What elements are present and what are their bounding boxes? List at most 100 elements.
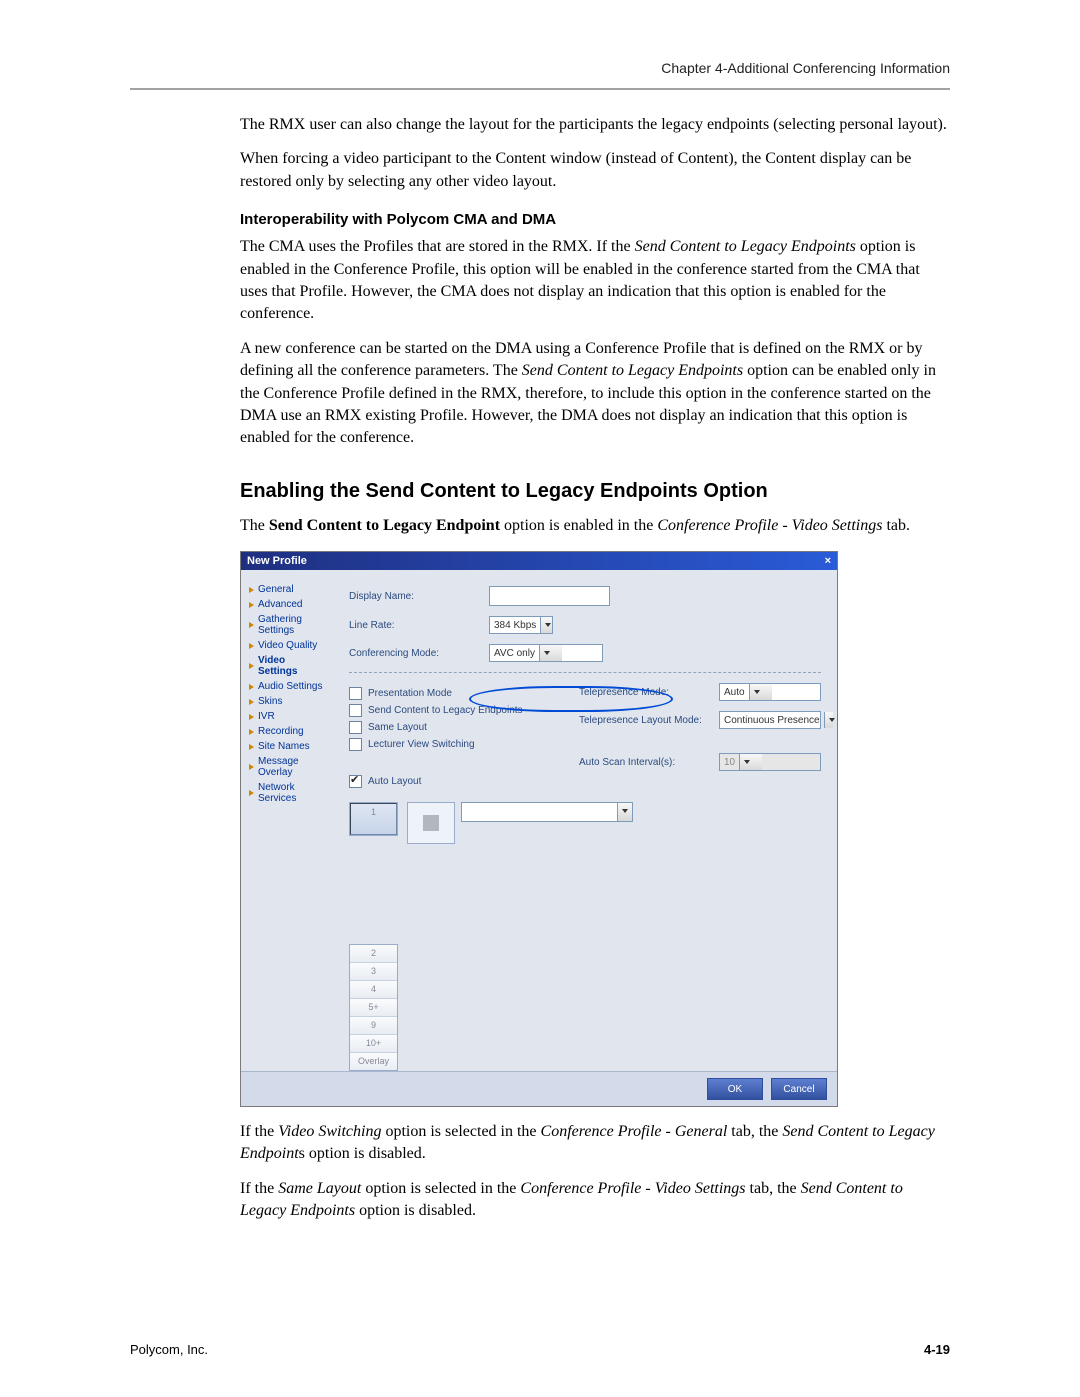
checkbox-icon <box>349 721 362 734</box>
ok-button[interactable]: OK <box>707 1078 763 1100</box>
t: Conference Profile - General <box>541 1123 728 1140</box>
layout-btn-9[interactable]: 9 <box>350 1017 397 1035</box>
layout-preview-square[interactable] <box>407 802 455 844</box>
t: tab. <box>882 517 910 534</box>
label-display-name: Display Name: <box>349 591 489 602</box>
chevron-right-icon <box>249 699 254 705</box>
t: tab, the <box>746 1180 801 1197</box>
chk-send-content-legacy[interactable]: Send Content to Legacy Endpoints <box>349 704 549 717</box>
nav-item-skins[interactable]: Skins <box>249 694 325 709</box>
chk-label: Auto Layout <box>368 776 421 787</box>
nav-item-recording[interactable]: Recording <box>249 724 325 739</box>
enabling-text: The Send Content to Legacy Endpoint opti… <box>130 515 950 537</box>
label-line-rate: Line Rate: <box>349 620 489 631</box>
select-telepresence-mode[interactable]: Auto <box>719 683 821 701</box>
row-line-rate: Line Rate: 384 Kbps <box>349 616 821 634</box>
row-telepresence-mode: Telepresence Mode: Auto <box>579 683 821 701</box>
chk-label: Send Content to Legacy Endpoints <box>368 705 523 716</box>
chevron-right-icon <box>249 643 254 649</box>
chevron-down-icon <box>539 645 562 661</box>
chk-presentation-mode[interactable]: Presentation Mode <box>349 687 549 700</box>
cancel-button[interactable]: Cancel <box>771 1078 827 1100</box>
nav-item-message-overlay[interactable]: Message Overlay <box>249 754 325 780</box>
nav-item-video-settings[interactable]: Video Settings <box>249 653 325 679</box>
chevron-right-icon <box>249 684 254 690</box>
select-value: Continuous Presence <box>720 715 824 726</box>
chk-label: Lecturer View Switching <box>368 739 475 750</box>
checkbox-icon <box>349 775 362 788</box>
nav-item-audio-settings[interactable]: Audio Settings <box>249 679 325 694</box>
t: Send Content to Legacy Endpoints <box>522 362 743 379</box>
layout-preview-select[interactable] <box>461 802 633 822</box>
page: Chapter 4-Additional Conferencing Inform… <box>0 0 1080 1397</box>
chk-label: Presentation Mode <box>368 688 452 699</box>
layout-btn-4[interactable]: 4 <box>350 981 397 999</box>
t: Send Content to Legacy Endpoints <box>635 238 856 255</box>
interop-heading: Interoperability with Polycom CMA and DM… <box>240 211 950 228</box>
layout-btn-overlay[interactable]: Overlay <box>350 1053 397 1070</box>
t: s option is disabled. <box>299 1145 426 1162</box>
nav-label: Video Quality <box>258 640 317 651</box>
t: option is selected in the <box>361 1180 520 1197</box>
row-conf-mode: Conferencing Mode: AVC only <box>349 644 821 662</box>
nav-item-advanced[interactable]: Advanced <box>249 597 325 612</box>
label-telepresence-layout-mode: Telepresence Layout Mode: <box>579 715 719 726</box>
layout-btn-1[interactable]: 1 <box>350 803 397 835</box>
select-telepresence-layout-mode[interactable]: Continuous Presence <box>719 711 821 729</box>
chk-auto-layout[interactable]: Auto Layout <box>349 775 549 788</box>
checkbox-icon <box>349 738 362 751</box>
chk-lecturer-view[interactable]: Lecturer View Switching <box>349 738 549 751</box>
nav-item-network-services[interactable]: Network Services <box>249 780 325 806</box>
page-footer: Polycom, Inc. 4-19 <box>130 1342 950 1357</box>
nav-label: Video Settings <box>258 655 325 677</box>
row-auto-scan: Auto Scan Interval(s): 10 <box>579 753 821 771</box>
select-value: 384 Kbps <box>490 620 540 631</box>
dialog-titlebar[interactable]: New Profile × <box>241 552 837 570</box>
select-value: Auto <box>720 687 749 698</box>
chevron-right-icon <box>249 764 254 770</box>
select-conf-mode[interactable]: AVC only <box>489 644 603 662</box>
select-line-rate[interactable]: 384 Kbps <box>489 616 553 634</box>
nav-item-ivr[interactable]: IVR <box>249 709 325 724</box>
t: option is enabled in the <box>500 517 657 534</box>
t: Video Switching <box>278 1123 381 1140</box>
separator <box>349 672 821 673</box>
nav-item-gathering[interactable]: Gathering Settings <box>249 612 325 638</box>
input-display-name[interactable] <box>489 586 610 606</box>
dialog-close-button[interactable]: × <box>825 552 831 570</box>
chevron-down-icon <box>540 617 552 633</box>
layout-list-bottom: 2 3 4 5+ 9 10+ Overlay <box>349 944 398 1071</box>
chevron-down-icon <box>749 684 772 700</box>
layout-btn-2[interactable]: 2 <box>350 945 397 963</box>
nav-item-site-names[interactable]: Site Names <box>249 739 325 754</box>
chk-same-layout[interactable]: Same Layout <box>349 721 549 734</box>
select-value: 10 <box>720 757 739 768</box>
layout-thumb-icon <box>423 815 439 831</box>
layout-block: 1 2 3 4 5+ 9 10+ Overlay <box>349 802 821 1071</box>
label-telepresence-mode: Telepresence Mode: <box>579 687 719 698</box>
nav-item-video-quality[interactable]: Video Quality <box>249 638 325 653</box>
row-display-name: Display Name: <box>349 586 821 606</box>
nav-label: Gathering Settings <box>258 614 325 636</box>
chevron-right-icon <box>249 714 254 720</box>
right-col: Telepresence Mode: Auto Telepresence Lay… <box>579 683 821 792</box>
chevron-right-icon <box>249 587 254 593</box>
checkbox-icon <box>349 704 362 717</box>
t: Send Content to Legacy Endpoint <box>269 517 500 534</box>
enabling-p1: The Send Content to Legacy Endpoint opti… <box>130 515 950 537</box>
chevron-down-icon <box>824 712 833 728</box>
layout-btn-3[interactable]: 3 <box>350 963 397 981</box>
layout-btn-10plus[interactable]: 10+ <box>350 1035 397 1053</box>
layout-list-top: 1 <box>349 802 398 836</box>
nav-label: Site Names <box>258 741 310 752</box>
dialog-footer: OK Cancel <box>241 1071 837 1106</box>
enabling-heading: Enabling the Send Content to Legacy Endp… <box>240 480 950 503</box>
layout-btn-5plus[interactable]: 5+ <box>350 999 397 1017</box>
chevron-down-icon <box>617 803 632 821</box>
t: option is selected in the <box>381 1123 540 1140</box>
nav-item-general[interactable]: General <box>249 582 325 597</box>
chevron-right-icon <box>249 744 254 750</box>
nav-label: Skins <box>258 696 282 707</box>
new-profile-dialog: New Profile × General Advanced Gathering… <box>240 551 838 1107</box>
nav-label: Recording <box>258 726 304 737</box>
